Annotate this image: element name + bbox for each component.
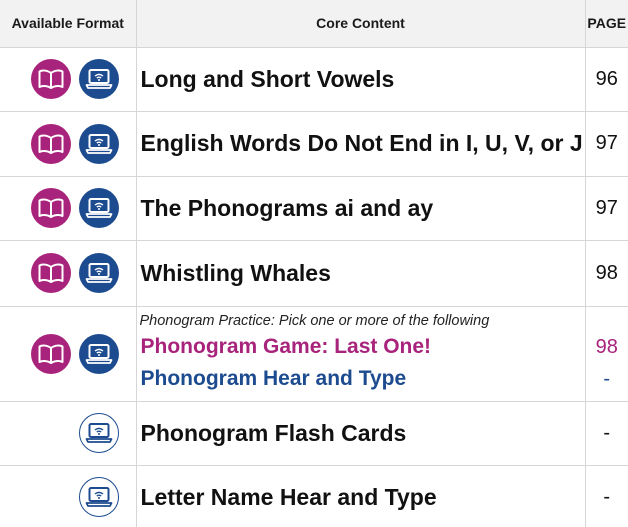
table-row: Letter Name Hear and Type -	[0, 465, 628, 527]
page-number: -	[603, 368, 611, 390]
open-book-icon[interactable]	[30, 188, 71, 228]
page-number: 96	[595, 67, 618, 90]
table-row: Whistling Whales 98	[0, 240, 628, 306]
lesson-title: Phonogram Flash Cards	[140, 419, 407, 446]
content-cell: Long and Short Vowels	[136, 47, 586, 111]
table-row: The Phonograms ai and ay 97	[0, 176, 628, 240]
page-number: 98	[595, 336, 618, 358]
open-book-icon[interactable]	[30, 253, 71, 293]
format-cell	[0, 306, 137, 401]
content-cell: The Phonograms ai and ay	[136, 176, 586, 240]
table-row: English Words Do Not End in I, U, V, or …	[0, 111, 628, 176]
lesson-title: The Phonograms ai and ay	[140, 194, 434, 221]
format-cell	[0, 176, 137, 240]
format-cell	[0, 240, 137, 306]
format-cell	[0, 111, 137, 176]
page-number: 97	[595, 196, 618, 219]
laptop-wifi-icon[interactable]	[78, 477, 119, 517]
open-book-icon[interactable]	[30, 333, 71, 374]
open-book-icon[interactable]	[30, 59, 71, 99]
open-book-icon[interactable]	[30, 123, 71, 164]
lesson-table: Available Format Core Content PAGE Long …	[0, 0, 628, 527]
table-row: Phonogram Flash Cards -	[0, 401, 628, 465]
page-number: -	[603, 421, 611, 444]
lesson-title: English Words Do Not End in I, U, V, or …	[140, 130, 583, 156]
header-core-content: Core Content	[136, 0, 586, 48]
laptop-wifi-icon[interactable]	[78, 188, 119, 228]
format-cell	[0, 401, 137, 465]
header-available-format: Available Format	[0, 0, 137, 48]
lesson-title: Whistling Whales	[140, 259, 331, 286]
laptop-wifi-icon[interactable]	[78, 333, 119, 374]
page-cell: 98 -	[585, 306, 628, 401]
laptop-wifi-icon[interactable]	[78, 413, 119, 453]
table-header-row: Available Format Core Content PAGE	[0, 0, 628, 48]
header-page: PAGE	[585, 0, 628, 48]
content-cell: Phonogram Practice: Pick one or more of …	[136, 306, 586, 401]
lesson-title: Long and Short Vowels	[140, 65, 395, 92]
format-cell	[0, 47, 137, 111]
laptop-wifi-icon[interactable]	[78, 123, 119, 164]
table-row: Phonogram Practice: Pick one or more of …	[0, 306, 628, 401]
content-cell: Letter Name Hear and Type	[136, 465, 586, 527]
table-row: Long and Short Vowels 96	[0, 47, 628, 111]
content-cell: Phonogram Flash Cards	[136, 401, 586, 465]
page-number: -	[603, 485, 611, 508]
practice-option-hear-and-type[interactable]: Phonogram Hear and Type	[137, 363, 585, 395]
content-cell: English Words Do Not End in I, U, V, or …	[136, 111, 586, 176]
practice-note: Phonogram Practice: Pick one or more of …	[139, 313, 490, 329]
page-number: 97	[595, 132, 618, 154]
laptop-wifi-icon[interactable]	[78, 59, 119, 99]
content-cell: Whistling Whales	[136, 240, 586, 306]
laptop-wifi-icon[interactable]	[78, 253, 119, 293]
practice-option-last-one[interactable]: Phonogram Game: Last One!	[137, 331, 585, 363]
lesson-title: Letter Name Hear and Type	[140, 483, 437, 510]
page-number: 98	[595, 261, 618, 284]
format-cell	[0, 465, 137, 527]
